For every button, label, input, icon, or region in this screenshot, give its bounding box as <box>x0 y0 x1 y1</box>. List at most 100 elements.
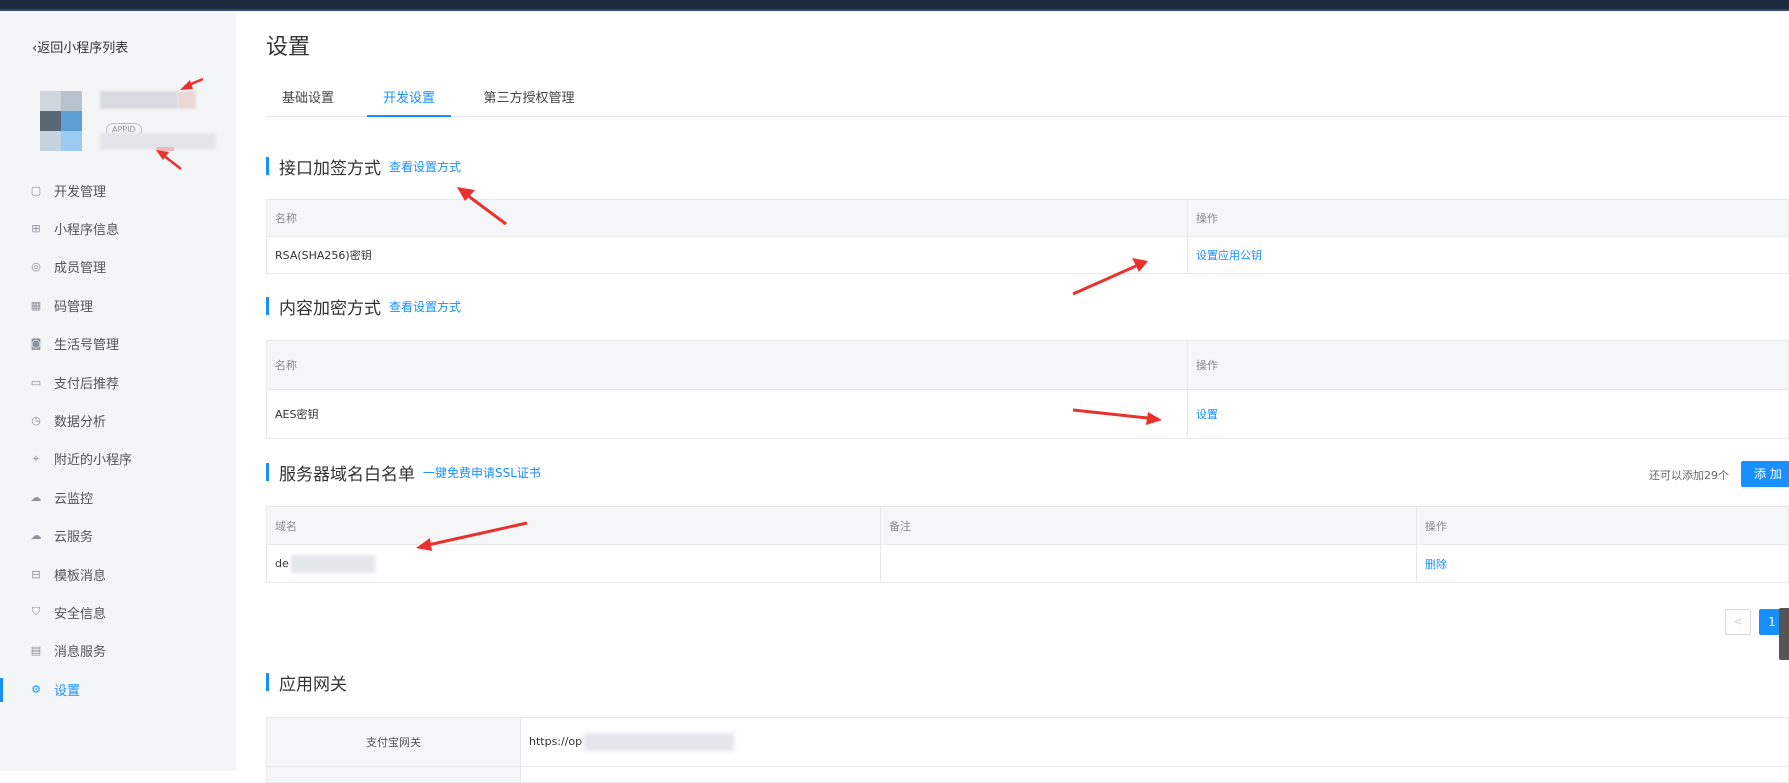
sidebar-item-dev-management[interactable]: ▢ 开发管理 <box>0 171 236 209</box>
app-logo <box>40 91 82 151</box>
app-name-redacted <box>100 91 178 109</box>
cloud-icon: ☁ <box>30 529 42 543</box>
cell-gateway-value-next <box>520 766 1789 783</box>
signing-table: 名称 操作 RSA(SHA256)密钥 设置应用公钥 <box>266 199 1789 274</box>
column-header-note: 备注 <box>880 506 1417 545</box>
gear-icon: ⚙ <box>31 682 41 696</box>
section-marker <box>266 463 269 481</box>
tab-third-party-auth[interactable]: 第三方授权管理 <box>474 88 584 117</box>
sidebar-item-members[interactable]: ◎ 成员管理 <box>0 248 236 286</box>
sidebar-item-cloud-service[interactable]: ☁ 云服务 <box>0 517 236 555</box>
sidebar-item-label: 模板消息 <box>54 568 107 584</box>
sidebar-item-code-management[interactable]: ▦ 码管理 <box>0 286 236 324</box>
column-header-domain: 域名 <box>266 506 881 545</box>
gateway-url-text: https://op <box>529 735 583 748</box>
section-app-gateway: 应用网关 <box>266 670 347 695</box>
section-title: 接口加签方式 <box>279 158 381 179</box>
apply-ssl-cert-link[interactable]: 一键免费申请SSL证书 <box>423 464 541 481</box>
cell-key-name: AES密钥 <box>266 389 1188 439</box>
sidebar-item-label: 数据分析 <box>54 415 107 431</box>
sidebar-item-data-analysis[interactable]: ◷ 数据分析 <box>0 401 236 439</box>
cell-gateway-label: 支付宝网关 <box>266 717 521 767</box>
column-header-operation: 操作 <box>1187 340 1789 390</box>
view-setup-method-link[interactable]: 查看设置方式 <box>389 158 461 175</box>
sidebar-item-label: 码管理 <box>54 299 94 315</box>
table-row: RSA(SHA256)密钥 设置应用公钥 <box>266 236 1789 274</box>
set-aes-key-link[interactable]: 设置 <box>1187 389 1789 439</box>
settings-tabs: 基础设置 开发设置 第三方授权管理 <box>266 88 1789 117</box>
sidebar-item-label: 云服务 <box>54 530 94 546</box>
section-title: 内容加密方式 <box>279 298 381 319</box>
column-header-name: 名称 <box>266 199 1188 237</box>
page-title: 设置 <box>266 35 311 60</box>
sidebar-item-label: 开发管理 <box>54 184 107 200</box>
sidebar-item-post-pay-recommend[interactable]: ▭ 支付后推荐 <box>0 363 236 401</box>
message-box-icon: ⊟ <box>31 567 41 581</box>
table-header-row: 名称 操作 <box>266 199 1789 237</box>
pagination-prev-button[interactable]: < <box>1725 609 1751 635</box>
encryption-table: 名称 操作 AES密钥 设置 <box>266 340 1789 439</box>
floating-side-handle[interactable] <box>1779 608 1789 660</box>
sidebar-item-label: 云监控 <box>54 491 94 507</box>
main-content: 设置 基础设置 开发设置 第三方授权管理 接口加签方式 查看设置方式 名称 操作… <box>236 11 1789 783</box>
qr-code-icon: ▦ <box>30 298 42 312</box>
app-name-redacted-tail <box>178 91 196 109</box>
table-row: AES密钥 设置 <box>266 389 1789 439</box>
delete-domain-link[interactable]: 删除 <box>1416 544 1789 583</box>
domain-text: de <box>275 556 289 570</box>
sidebar-item-label: 生活号管理 <box>54 338 120 354</box>
section-marker <box>266 297 269 315</box>
section-title: 服务器域名白名单 <box>279 464 415 485</box>
add-domain-button[interactable]: 添 加 <box>1741 461 1789 487</box>
window-top-bar <box>0 0 1789 11</box>
grid-icon: ⊞ <box>31 222 41 236</box>
sidebar-item-mini-app-info[interactable]: ⊞ 小程序信息 <box>0 209 236 247</box>
section-marker <box>266 673 269 691</box>
appid-redaction-mark <box>156 147 174 151</box>
laptop-icon: ▭ <box>30 375 42 389</box>
app-info-card: APPID <box>36 79 216 153</box>
sidebar-item-message-service[interactable]: ▤ 消息服务 <box>0 632 236 670</box>
sidebar-item-label: 安全信息 <box>54 606 107 622</box>
sidebar: ‹返回小程序列表 APPID ▢ 开发管理 ⊞ 小程序信息 ◎ 成员管理 ▦ 码… <box>0 11 236 771</box>
view-setup-method-link[interactable]: 查看设置方式 <box>389 298 461 315</box>
table-header-row: 域名 备注 操作 <box>266 506 1789 545</box>
table-row <box>266 766 1789 783</box>
profile-card-icon: ◙ <box>30 337 42 351</box>
domain-redacted <box>290 554 375 573</box>
gateway-url-redacted <box>584 733 735 751</box>
gateway-table: 支付宝网关 https://op <box>266 717 1789 783</box>
sidebar-item-label: 设置 <box>54 683 81 699</box>
sidebar-item-life-account[interactable]: ◙ 生活号管理 <box>0 325 236 363</box>
tab-dev-settings[interactable]: 开发设置 <box>367 88 451 117</box>
sidebar-nav: ▢ 开发管理 ⊞ 小程序信息 ◎ 成员管理 ▦ 码管理 ◙ 生活号管理 ▭ 支付… <box>0 171 236 708</box>
cell-domain: de <box>266 544 881 583</box>
tab-basic-settings[interactable]: 基础设置 <box>266 88 350 117</box>
table-header-row: 名称 操作 <box>266 340 1789 390</box>
back-link-label: 返回小程序列表 <box>37 41 129 56</box>
cell-key-name: RSA(SHA256)密钥 <box>266 236 1188 274</box>
sidebar-item-nearby-mini-apps[interactable]: ⌖ 附近的小程序 <box>0 440 236 478</box>
section-title: 应用网关 <box>279 674 347 695</box>
sidebar-item-label: 支付后推荐 <box>54 376 120 392</box>
sidebar-item-template-messages[interactable]: ⊟ 模板消息 <box>0 555 236 593</box>
section-interface-signing: 接口加签方式 查看设置方式 <box>266 154 461 179</box>
sidebar-item-label: 成员管理 <box>54 261 107 277</box>
sidebar-item-label: 小程序信息 <box>54 223 120 239</box>
sidebar-item-settings[interactable]: ⚙ 设置 <box>0 670 236 708</box>
cloud-icon: ☁ <box>30 490 42 504</box>
sidebar-item-label: 消息服务 <box>54 645 107 661</box>
set-app-public-key-link[interactable]: 设置应用公钥 <box>1187 236 1789 274</box>
remaining-count-text: 还可以添加29个 <box>1649 469 1729 482</box>
sidebar-item-security-info[interactable]: ⛉ 安全信息 <box>0 593 236 631</box>
section-content-encryption: 内容加密方式 查看设置方式 <box>266 294 461 319</box>
column-header-operation: 操作 <box>1187 199 1789 237</box>
location-icon: ⌖ <box>32 451 40 465</box>
table-row: 支付宝网关 https://op <box>266 717 1789 767</box>
back-to-list-link[interactable]: ‹返回小程序列表 <box>32 37 128 56</box>
sidebar-item-cloud-monitor[interactable]: ☁ 云监控 <box>0 478 236 516</box>
table-row: de 删除 <box>266 544 1789 583</box>
monitor-icon: ▤ <box>30 644 42 658</box>
cell-gateway-label-next <box>266 766 521 783</box>
clock-chart-icon: ◷ <box>31 414 41 428</box>
